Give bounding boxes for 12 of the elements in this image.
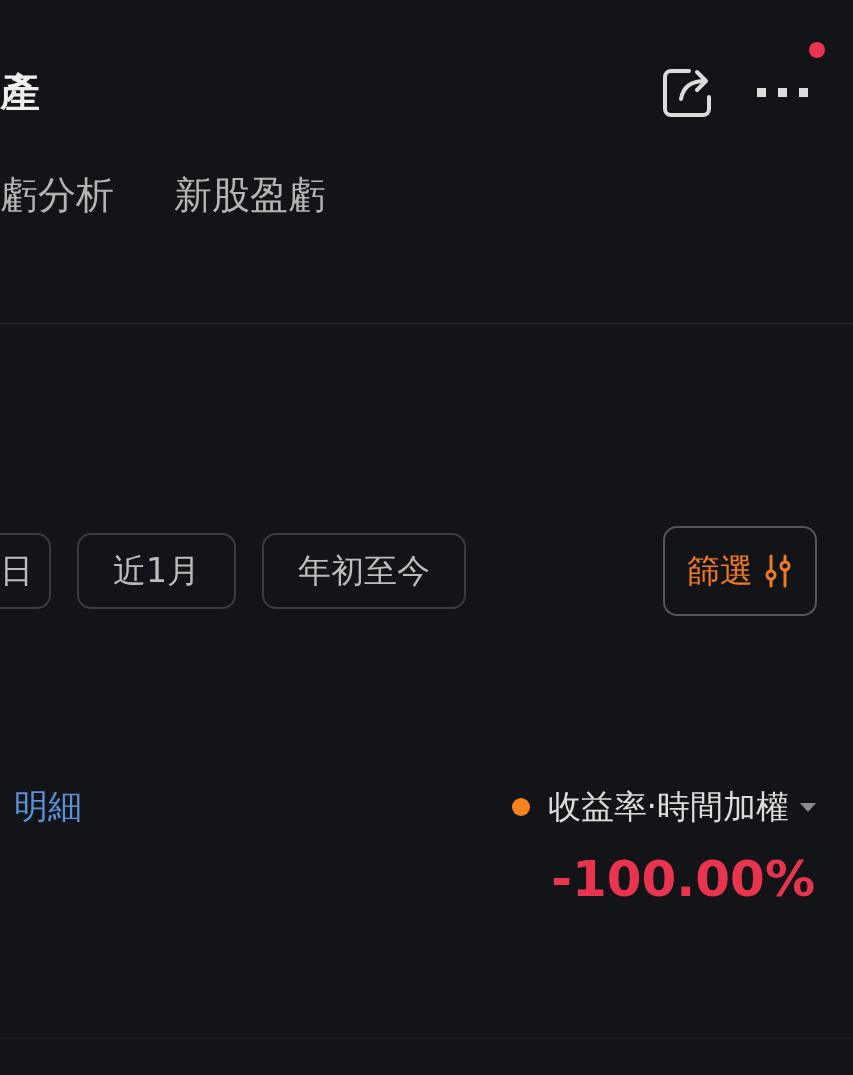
caret-icon[interactable]: [799, 801, 817, 813]
period-chip[interactable]: 日: [0, 533, 51, 609]
tab[interactable]: 新股盈虧: [174, 170, 326, 220]
period-chip[interactable]: 近1月: [77, 533, 236, 609]
filter-button[interactable]: 篩選: [663, 526, 817, 616]
metric-selector[interactable]: 收益率·時間加權: [547, 784, 789, 830]
sliders-icon[interactable]: [763, 553, 793, 589]
detail-link[interactable]: 明細: [14, 784, 82, 830]
tab[interactable]: 虧分析: [0, 170, 114, 220]
period-chip[interactable]: 年初至今: [262, 533, 466, 609]
return-value: -100.00%: [551, 850, 815, 908]
page-title: 產: [0, 68, 40, 117]
